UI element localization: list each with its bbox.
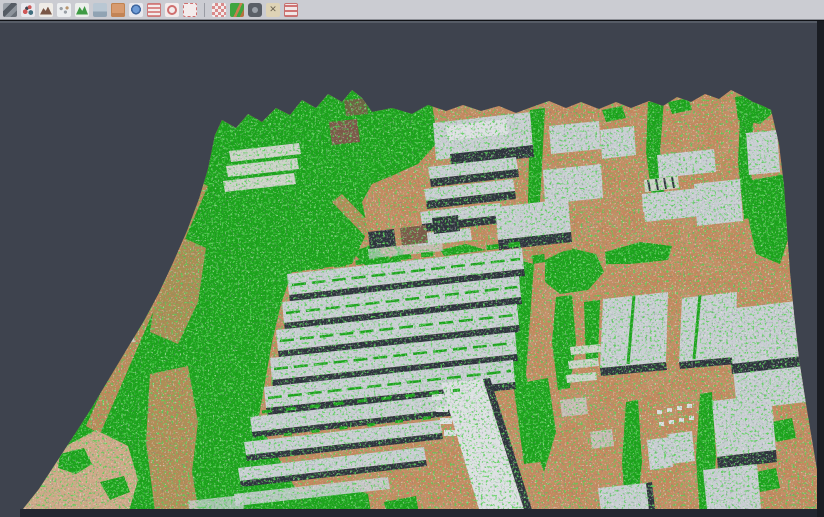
window-right-edge xyxy=(817,21,824,517)
orthomosaic-globe-icon[interactable] xyxy=(129,3,143,17)
camera-icon[interactable] xyxy=(248,3,262,17)
main-toolbar xyxy=(0,0,824,20)
terrain-tile xyxy=(0,82,824,517)
rotate-region-icon[interactable] xyxy=(165,3,179,17)
tie-points-icon[interactable] xyxy=(21,3,35,17)
measure-icon[interactable] xyxy=(284,3,298,17)
region-icon[interactable] xyxy=(147,3,161,17)
navigation-tool-icon[interactable] xyxy=(3,3,17,17)
classification-view-icon[interactable] xyxy=(230,3,244,17)
window-bottom-edge xyxy=(20,509,824,517)
crop-selection-icon[interactable] xyxy=(212,3,226,17)
3d-viewport[interactable] xyxy=(0,21,824,517)
application-window xyxy=(0,0,824,517)
tiled-model-icon[interactable] xyxy=(111,3,125,17)
resize-region-icon[interactable] xyxy=(183,3,197,17)
dense-cloud-icon[interactable] xyxy=(39,3,53,17)
point-cloud-canvas[interactable] xyxy=(0,23,824,517)
model-icon[interactable] xyxy=(93,3,107,17)
speckle-noise-layer xyxy=(0,82,824,517)
sparse-cloud-icon[interactable] xyxy=(57,3,71,17)
marker-icon[interactable] xyxy=(266,3,280,17)
dem-surface-icon[interactable] xyxy=(75,3,89,17)
toolbar-separator xyxy=(204,3,205,17)
